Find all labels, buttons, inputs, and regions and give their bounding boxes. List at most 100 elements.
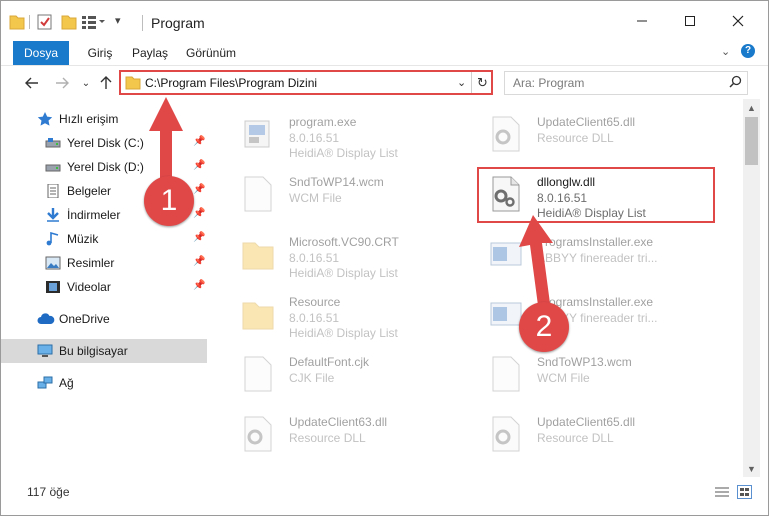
sidebar-item-label: Videolar (67, 280, 111, 294)
customize-toolbar-icon[interactable]: ▾ (115, 14, 121, 34)
sidebar-item-label: Belgeler (67, 184, 112, 198)
qa-separator (29, 15, 30, 29)
file-item[interactable]: SndToWP14.wcm WCM File (219, 163, 449, 221)
tab-giris[interactable]: Giriş (77, 41, 123, 65)
sidebar-item-this-pc[interactable]: Bu bilgisayar (1, 339, 207, 363)
refresh-icon[interactable]: ↻ (477, 75, 488, 91)
documents-icon (45, 183, 61, 199)
new-folder-icon[interactable] (61, 13, 77, 33)
file-detail: WCM File (537, 371, 590, 385)
file-item[interactable]: UpdateClient63.dll Resource DLL (219, 403, 449, 461)
search-icon[interactable] (729, 75, 742, 91)
sidebar-item-label: Müzik (67, 232, 99, 246)
sidebar-item-label: Bu bilgisayar (59, 344, 128, 358)
up-icon[interactable] (95, 72, 117, 94)
file-name: SndToWP13.wcm (537, 355, 632, 369)
file-item[interactable]: Resource 8.0.16.51 HeidiA® Display List (219, 283, 449, 341)
file-detail: 8.0.16.51 (289, 311, 340, 325)
sidebar-item-label: Yerel Disk (C:) (67, 136, 144, 150)
navigation-bar: ⌄ C:\Program Files\Program Dizini ⌄ ↻ Ar… (1, 65, 768, 99)
explorer-window: ▾ Program Dosya Giriş Paylaş Görünüm ⌄ ?… (0, 0, 769, 516)
tab-dosya[interactable]: Dosya (13, 41, 69, 65)
sidebar-item-videos[interactable]: Videolar 📌 (1, 275, 207, 299)
pin-icon[interactable]: 📌 (193, 256, 205, 267)
file-detail: HeidiA® Display List (289, 146, 398, 160)
title-bar: ▾ Program (1, 1, 768, 41)
file-detail: CJK File (289, 371, 335, 385)
forward-icon[interactable] (51, 72, 73, 94)
minimize-icon[interactable] (619, 1, 665, 41)
search-input[interactable]: Ara: Program (504, 71, 748, 95)
file-name: Resource (289, 295, 341, 309)
scroll-thumb[interactable] (745, 117, 758, 165)
file-item[interactable]: ProgramsInstaller.exe ABBYY finereader t… (467, 223, 697, 281)
file-name: Microsoft.VC90.CRT (289, 235, 399, 249)
pin-icon[interactable]: 📌 (193, 280, 205, 291)
dll-icon (489, 115, 523, 153)
file-icon (241, 175, 275, 213)
video-icon (45, 280, 61, 294)
pin-icon[interactable]: 📌 (193, 232, 205, 243)
pictures-icon (45, 256, 61, 270)
sidebar-item-label: Hızlı erişim (59, 112, 119, 126)
file-item[interactable]: program.exe 8.0.16.51 HeidiA® Display Li… (219, 103, 449, 161)
scroll-down-icon[interactable]: ▼ (743, 460, 760, 477)
star-icon (37, 112, 53, 126)
annotation-badge-2: 2 (519, 302, 569, 352)
folder-icon (241, 295, 275, 333)
sidebar-item-onedrive[interactable]: OneDrive (1, 307, 207, 331)
computer-icon (37, 344, 53, 358)
properties-icon[interactable] (37, 13, 53, 33)
drive-icon (45, 160, 61, 174)
sidebar-item-network[interactable]: Ağ (1, 371, 207, 395)
download-icon (45, 208, 61, 222)
sidebar-item-label: Yerel Disk (D:) (67, 160, 144, 174)
file-detail: Resource DLL (289, 431, 366, 445)
sidebar-item-label: Ağ (59, 376, 74, 390)
file-item[interactable]: SndToWP13.wcm WCM File (467, 343, 697, 401)
file-name: UpdateClient65.dll (537, 415, 636, 429)
address-path: C:\Program Files\Program Dizini (145, 76, 318, 90)
vertical-scrollbar[interactable]: ▲ ▼ (743, 99, 760, 477)
details-view-icon[interactable] (715, 486, 729, 501)
large-icons-view-icon[interactable] (737, 485, 752, 499)
drive-icon (45, 136, 61, 150)
back-icon[interactable] (21, 72, 43, 94)
sidebar-item-pictures[interactable]: Resimler 📌 (1, 251, 207, 275)
search-placeholder: Ara: Program (513, 76, 585, 90)
cloud-icon (37, 312, 55, 326)
folder-icon (125, 75, 141, 93)
file-item[interactable]: UpdateClient65.dll Resource DLL (467, 403, 697, 461)
file-detail: Resource DLL (537, 431, 614, 445)
file-detail: Resource DLL (537, 131, 614, 145)
annotation-badge-1: 1 (144, 176, 194, 226)
file-list: program.exe 8.0.16.51 HeidiA® Display Li… (211, 99, 743, 467)
title-separator (142, 15, 143, 31)
recent-locations-icon[interactable]: ⌄ (75, 72, 97, 94)
view-options-icon[interactable] (81, 14, 105, 34)
dll-icon (241, 415, 275, 453)
file-name: UpdateClient65.dll (537, 115, 636, 129)
network-icon (37, 376, 53, 390)
sidebar-item-label: OneDrive (59, 312, 110, 326)
file-detail: HeidiA® Display List (289, 266, 398, 280)
scroll-up-icon[interactable]: ▲ (743, 99, 760, 116)
address-dropdown-icon[interactable]: ⌄ (457, 76, 466, 89)
file-icon (241, 355, 275, 393)
file-icon (489, 355, 523, 393)
file-item[interactable]: DefaultFont.cjk CJK File (219, 343, 449, 401)
file-item[interactable]: Microsoft.VC90.CRT 8.0.16.51 HeidiA® Dis… (219, 223, 449, 281)
close-icon[interactable] (715, 1, 761, 41)
music-icon (45, 231, 61, 246)
tab-paylas[interactable]: Paylaş (125, 41, 175, 65)
tab-gorunum[interactable]: Görünüm (179, 41, 243, 65)
file-item[interactable]: UpdateClient65.dll Resource DLL (467, 103, 697, 161)
file-item[interactable]: ProgramsInstaller.exe ABBYY finereader t… (467, 283, 697, 341)
file-name: UpdateClient63.dll (289, 415, 388, 429)
maximize-icon[interactable] (667, 1, 713, 41)
item-count: 117 öğe (27, 485, 70, 499)
help-icon[interactable]: ? (741, 44, 755, 58)
folder-icon (9, 13, 25, 33)
file-name: DefaultFont.cjk (289, 355, 370, 369)
expand-ribbon-icon[interactable]: ⌄ (721, 45, 730, 58)
